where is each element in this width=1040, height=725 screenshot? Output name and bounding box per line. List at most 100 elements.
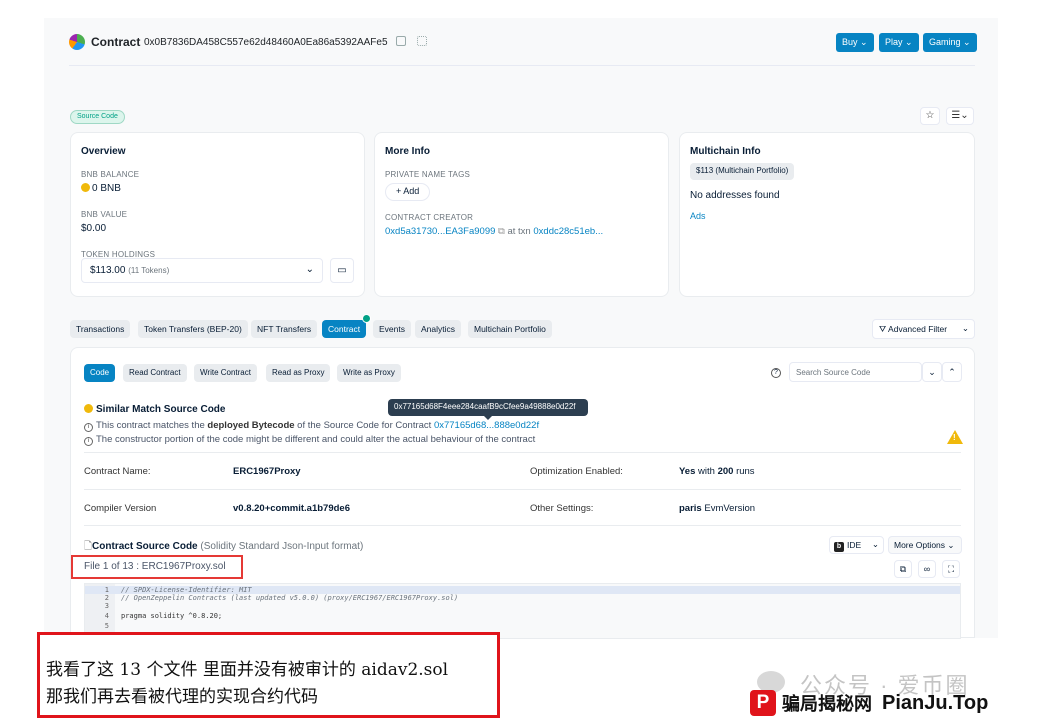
contract-creator-value: 0xd5a31730...EA3Fa9099 ⧉ at txn 0xddc28c… bbox=[385, 226, 604, 237]
tab-contract[interactable]: Contract bbox=[322, 320, 367, 338]
file-icon: 🗋 bbox=[84, 541, 93, 552]
code-line: 1// SPDX-License-Identifier: MIT bbox=[85, 586, 960, 594]
overview-card: Overview BNB BALANCE 0 BNB BNB VALUE $0.… bbox=[70, 132, 365, 297]
copy-icon[interactable]: ⧉ bbox=[894, 560, 912, 578]
code-line: 2// OpenZeppelin Contracts (last updated… bbox=[104, 594, 459, 602]
creator-link[interactable]: 0xd5a31730...EA3Fa9099 bbox=[385, 226, 495, 237]
divider bbox=[84, 525, 961, 526]
more-info-title: More Info bbox=[385, 146, 430, 157]
tab-transactions[interactable]: Transactions bbox=[70, 320, 131, 338]
divider bbox=[84, 489, 961, 490]
similar-match-note: i This contract matches the deployed Byte… bbox=[84, 420, 539, 432]
contract-source-code-title: 🗋Contract Source Code (Solidity Standard… bbox=[84, 541, 364, 552]
tab-token-transfers[interactable]: Token Transfers (BEP-20) bbox=[138, 320, 248, 338]
multichain-portfolio-tag[interactable]: $113 (Multichain Portfolio) bbox=[690, 163, 795, 180]
contract-panel: Code Read Contract Write Contract Read a… bbox=[70, 347, 975, 639]
ide-icon: b bbox=[834, 542, 844, 552]
code-editor[interactable]: 1// SPDX-License-Identifier: MIT 2// Ope… bbox=[84, 583, 961, 639]
etherscan-page: Contract 0x0B7836DA458C557e62d48460A0Ea8… bbox=[44, 18, 998, 639]
copy-icon[interactable] bbox=[396, 36, 406, 46]
wallet-icon[interactable]: ▭ bbox=[330, 258, 354, 283]
bnb-value: $0.00 bbox=[81, 223, 107, 234]
ide-button[interactable]: b IDE ⌄ bbox=[829, 536, 884, 554]
brand-logo-icon: P bbox=[750, 690, 776, 716]
contract-creator-label: CONTRACT CREATOR bbox=[385, 213, 474, 222]
list-menu-icon[interactable]: ☰⌄ bbox=[946, 107, 974, 125]
constructor-note: i The constructor portion of the code mig… bbox=[84, 434, 535, 446]
multichain-info-title: Multichain Info bbox=[690, 146, 761, 157]
chevron-down-icon: ⌄ bbox=[305, 264, 314, 275]
buy-button[interactable]: Buy ⌄ bbox=[836, 33, 874, 52]
bnb-balance-label: BNB BALANCE bbox=[81, 170, 140, 179]
tab-multichain-portfolio[interactable]: Multichain Portfolio bbox=[468, 320, 552, 338]
ads-link[interactable]: Ads bbox=[690, 211, 706, 221]
qr-code-icon[interactable] bbox=[417, 36, 427, 46]
info-icon: i bbox=[84, 437, 93, 446]
creation-txn-link[interactable]: 0xddc28c51eb... bbox=[533, 226, 603, 237]
copy-icon[interactable]: ⧉ bbox=[498, 226, 505, 237]
chevron-down-icon: ⌄ bbox=[961, 323, 969, 333]
caption-box: 我看了这 13 个文件 里面并没有被审计的 aidav2.sol 那我们再去看被… bbox=[37, 632, 500, 718]
code-line: 5 bbox=[104, 622, 109, 630]
add-tag-button[interactable]: + Add bbox=[385, 183, 431, 201]
chevron-down-icon: ⌄ bbox=[871, 539, 879, 549]
contract-address: 0x0B7836DA458C557e62d48460A0Ea86a5392AAF… bbox=[144, 37, 388, 48]
contract-name-value: ERC1967Proxy bbox=[233, 466, 301, 477]
bnb-balance-value: 0 BNB bbox=[81, 183, 121, 194]
more-info-card: More Info PRIVATE NAME TAGS + Add CONTRA… bbox=[374, 132, 669, 297]
contract-logo-icon bbox=[69, 34, 85, 50]
divider bbox=[84, 452, 961, 453]
multichain-info-card: Multichain Info $113 (Multichain Portfol… bbox=[679, 132, 975, 297]
tab-nft-transfers[interactable]: NFT Transfers bbox=[251, 320, 318, 338]
info-icon: i bbox=[84, 423, 93, 432]
subtab-read-as-proxy[interactable]: Read as Proxy bbox=[266, 364, 331, 382]
optimization-value: Yes with 200 runs bbox=[679, 466, 755, 477]
page-title: Contract bbox=[91, 35, 141, 49]
caption-line-2: 那我们再去看被代理的实现合约代码 bbox=[46, 687, 318, 707]
subtab-read-contract[interactable]: Read Contract bbox=[123, 364, 187, 382]
advanced-filter-button[interactable]: ⛛ Advanced Filter ⌄ bbox=[872, 319, 975, 339]
token-holdings-dropdown[interactable]: $113.00 (11 Tokens) ⌄ bbox=[81, 258, 323, 283]
subtab-code[interactable]: Code bbox=[84, 364, 116, 382]
chevron-down-icon[interactable]: ⌄ bbox=[922, 362, 942, 382]
gaming-button[interactable]: Gaming ⌄ bbox=[923, 33, 977, 52]
help-icon[interactable]: ? bbox=[771, 368, 781, 378]
subtab-write-contract[interactable]: Write Contract bbox=[194, 364, 257, 382]
caption-line-1: 我看了这 13 个文件 里面并没有被审计的 aidav2.sol bbox=[46, 660, 449, 680]
favorite-star-icon[interactable]: ☆ bbox=[920, 107, 940, 125]
link-icon[interactable]: ∞ bbox=[918, 560, 936, 578]
address-tooltip: 0x77165d68F4eee284caafB9cCfee9a49888e0d2… bbox=[388, 399, 588, 420]
matched-contract-link[interactable]: 0x77165d68...888e0d22f bbox=[434, 420, 539, 431]
more-options-button[interactable]: More Options ⌄ bbox=[888, 536, 962, 554]
bnb-value-label: BNB VALUE bbox=[81, 210, 128, 219]
compiler-version-value: v0.8.20+commit.a1b79de6 bbox=[233, 503, 350, 514]
bnb-coin-icon bbox=[81, 183, 90, 192]
file-label: File 1 of 13 : ERC1967Proxy.sol bbox=[71, 555, 243, 579]
warning-triangle-icon: ! bbox=[947, 430, 963, 444]
json-input-link[interactable]: Standard Json-Input bbox=[239, 541, 329, 552]
tab-analytics[interactable]: Analytics bbox=[415, 320, 462, 338]
private-name-tags-label: PRIVATE NAME TAGS bbox=[385, 170, 471, 179]
similar-match-title: Similar Match Source Code bbox=[84, 404, 225, 415]
contract-name-label: Contract Name: bbox=[84, 466, 151, 477]
play-button[interactable]: Play ⌄ bbox=[879, 33, 919, 52]
other-settings-label: Other Settings: bbox=[530, 503, 594, 514]
watermark-brand: P 骗局揭秘网 PianJu.Top bbox=[750, 690, 988, 720]
search-source-code-input[interactable]: Search Source Code bbox=[789, 362, 922, 382]
source-code-badge[interactable]: Source Code bbox=[70, 110, 125, 124]
compiler-version-label: Compiler Version bbox=[84, 503, 157, 514]
overview-title: Overview bbox=[81, 146, 126, 157]
optimization-label: Optimization Enabled: bbox=[530, 466, 623, 477]
top-bar: Contract 0x0B7836DA458C557e62d48460A0Ea8… bbox=[44, 18, 998, 66]
subtab-write-as-proxy[interactable]: Write as Proxy bbox=[337, 364, 401, 382]
no-addresses-text: No addresses found bbox=[690, 190, 780, 201]
filter-icon: ⛛ bbox=[879, 324, 887, 334]
header-divider bbox=[69, 65, 975, 66]
chevron-up-icon[interactable]: ⌃ bbox=[942, 362, 962, 382]
code-line: 3 bbox=[104, 602, 109, 610]
code-line: 4 pragma solidity ^0.8.20; bbox=[104, 612, 223, 620]
fullscreen-icon[interactable]: ⛶ bbox=[942, 560, 960, 578]
tab-events[interactable]: Events bbox=[373, 320, 411, 338]
other-settings-value: paris EvmVersion bbox=[679, 503, 756, 514]
verified-check-icon bbox=[362, 314, 371, 323]
